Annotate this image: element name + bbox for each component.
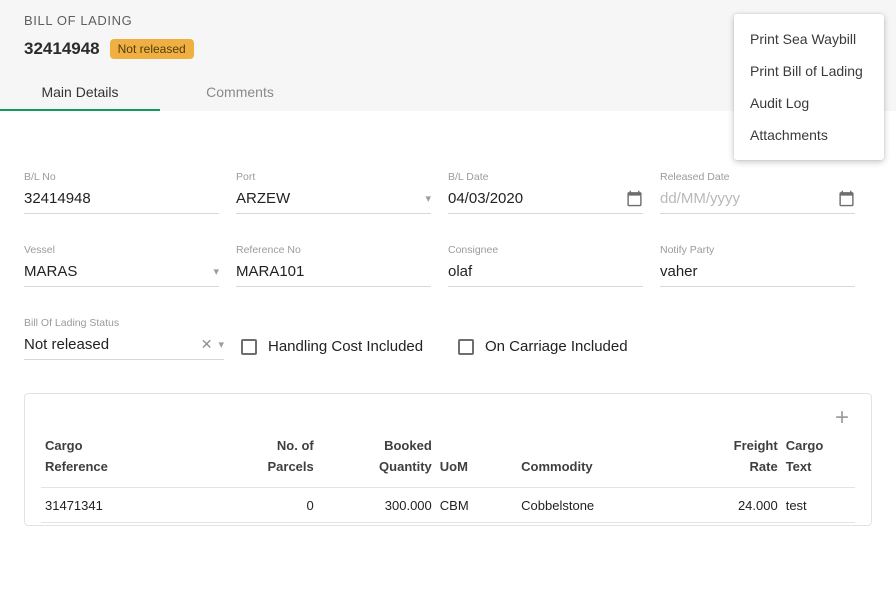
on-carriage-checkbox-field[interactable]: On Carriage Included (458, 338, 658, 355)
bl-status-select[interactable]: Not released ✕ ▾ (24, 336, 224, 360)
cargo-table-header-row: Cargo Reference No. of Parcels Booked Qu… (41, 430, 855, 487)
reference-no-input[interactable]: MARA101 (236, 263, 431, 287)
add-cargo-button[interactable]: + (831, 406, 853, 430)
released-date-placeholder: dd/MM/yyyy (660, 190, 832, 207)
cell-cargo-text: test (782, 487, 855, 522)
vessel-label: Vessel (24, 244, 219, 256)
bl-status-label: Bill Of Lading Status (24, 317, 224, 329)
column-header-cargo-reference: Cargo Reference (41, 430, 228, 487)
tab-label: Main Details (41, 84, 118, 100)
field-released-date: Released Date dd/MM/yyyy (660, 171, 855, 214)
field-bl-date: B/L Date 04/03/2020 (448, 171, 643, 214)
consignee-input[interactable]: olaf (448, 263, 643, 287)
notify-party-label: Notify Party (660, 244, 855, 256)
port-value: ARZEW (236, 190, 419, 207)
column-header-uom: UoM (436, 430, 517, 487)
notify-party-value: vaher (660, 263, 855, 280)
column-header-no-of-parcels: No. of Parcels (228, 430, 318, 487)
cell-booked-quantity: 300.000 (318, 487, 436, 522)
port-select[interactable]: ARZEW ▾ (236, 190, 431, 214)
chevron-down-icon[interactable]: ▾ (425, 192, 431, 205)
consignee-value: olaf (448, 263, 643, 280)
form-row-2: Vessel MARAS ▾ Reference No MARA101 Cons… (24, 244, 872, 287)
bill-of-lading-page: BILL OF LADING 32414948 Not released Mai… (0, 0, 896, 526)
vessel-value: MARAS (24, 263, 207, 280)
handling-cost-checkbox[interactable] (241, 339, 257, 355)
cargo-card: + Cargo Reference No. of Parcels Booked … (24, 393, 872, 525)
bl-date-input[interactable]: 04/03/2020 (448, 190, 643, 214)
menu-item-print-bill-of-lading[interactable]: Print Bill of Lading (734, 55, 884, 87)
cell-commodity: Cobbelstone (517, 487, 680, 522)
on-carriage-checkbox[interactable] (458, 339, 474, 355)
field-notify-party: Notify Party vaher (660, 244, 855, 287)
column-header-commodity: Commodity (517, 430, 680, 487)
cell-cargo-reference: 31471341 (41, 487, 228, 522)
bl-no-label: B/L No (24, 171, 219, 183)
menu-item-audit-log[interactable]: Audit Log (734, 87, 884, 119)
column-header-cargo-text: Cargo Text (782, 430, 855, 487)
tab-main-details[interactable]: Main Details (0, 74, 160, 111)
cargo-card-toolbar: + (41, 400, 855, 430)
menu-item-print-sea-waybill[interactable]: Print Sea Waybill (734, 23, 884, 55)
cell-uom: CBM (436, 487, 517, 522)
clear-icon[interactable]: ✕ (201, 336, 213, 353)
consignee-label: Consignee (448, 244, 643, 256)
bl-number: 32414948 (24, 39, 100, 59)
bl-no-value: 32414948 (24, 190, 219, 207)
bl-status-value: Not released (24, 336, 195, 353)
bl-date-value: 04/03/2020 (448, 190, 620, 207)
vessel-select[interactable]: MARAS ▾ (24, 263, 219, 287)
field-bl-no: B/L No 32414948 (24, 171, 219, 214)
actions-dropdown-menu: Print Sea Waybill Print Bill of Lading A… (734, 14, 884, 160)
reference-no-label: Reference No (236, 244, 431, 256)
chevron-down-icon[interactable]: ▾ (218, 338, 224, 351)
tab-comments[interactable]: Comments (160, 74, 320, 111)
checkbox-label: On Carriage Included (485, 338, 628, 355)
form-row-1: B/L No 32414948 Port ARZEW ▾ B/L Date 04… (24, 171, 872, 214)
bl-no-input[interactable]: 32414948 (24, 190, 219, 214)
port-label: Port (236, 171, 431, 183)
checkbox-label: Handling Cost Included (268, 338, 423, 355)
column-header-booked-quantity: Booked Quantity (318, 430, 436, 487)
notify-party-input[interactable]: vaher (660, 263, 855, 287)
calendar-icon[interactable] (626, 190, 643, 207)
tab-label: Comments (206, 84, 274, 100)
cell-no-of-parcels: 0 (228, 487, 318, 522)
menu-item-attachments[interactable]: Attachments (734, 119, 884, 151)
cargo-table: Cargo Reference No. of Parcels Booked Qu… (41, 430, 855, 522)
main-details-form: B/L No 32414948 Port ARZEW ▾ B/L Date 04… (0, 171, 896, 360)
field-reference-no: Reference No MARA101 (236, 244, 431, 287)
released-date-label: Released Date (660, 171, 855, 183)
released-date-input[interactable]: dd/MM/yyyy (660, 190, 855, 214)
bl-date-label: B/L Date (448, 171, 643, 183)
column-header-freight-rate: Freight Rate (680, 430, 782, 487)
field-bl-status: Bill Of Lading Status Not released ✕ ▾ (24, 317, 224, 360)
handling-cost-checkbox-field[interactable]: Handling Cost Included (241, 338, 441, 355)
cargo-table-row[interactable]: 31471341 0 300.000 CBM Cobbelstone 24.00… (41, 487, 855, 522)
reference-no-value: MARA101 (236, 263, 431, 280)
chevron-down-icon[interactable]: ▾ (213, 265, 219, 278)
field-vessel: Vessel MARAS ▾ (24, 244, 219, 287)
status-badge: Not released (110, 39, 194, 59)
cell-freight-rate: 24.000 (680, 487, 782, 522)
form-row-3: Bill Of Lading Status Not released ✕ ▾ H… (24, 317, 872, 360)
field-consignee: Consignee olaf (448, 244, 643, 287)
field-port: Port ARZEW ▾ (236, 171, 431, 214)
calendar-icon[interactable] (838, 190, 855, 207)
